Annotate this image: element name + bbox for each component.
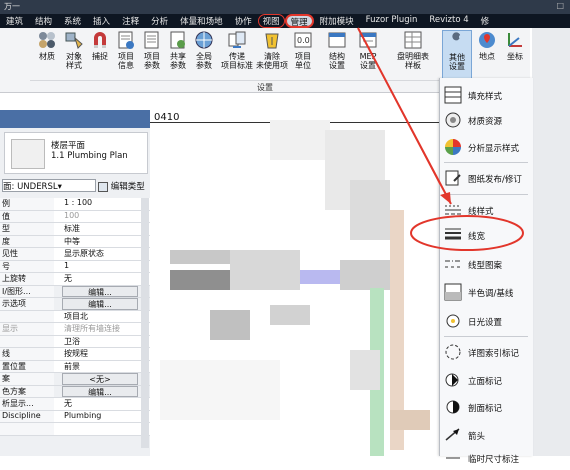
highlight-ellipse	[410, 215, 524, 251]
annotation-overlay	[357, 27, 524, 251]
callout-arrow-line	[357, 27, 441, 185]
callout-arrowhead	[440, 192, 451, 204]
